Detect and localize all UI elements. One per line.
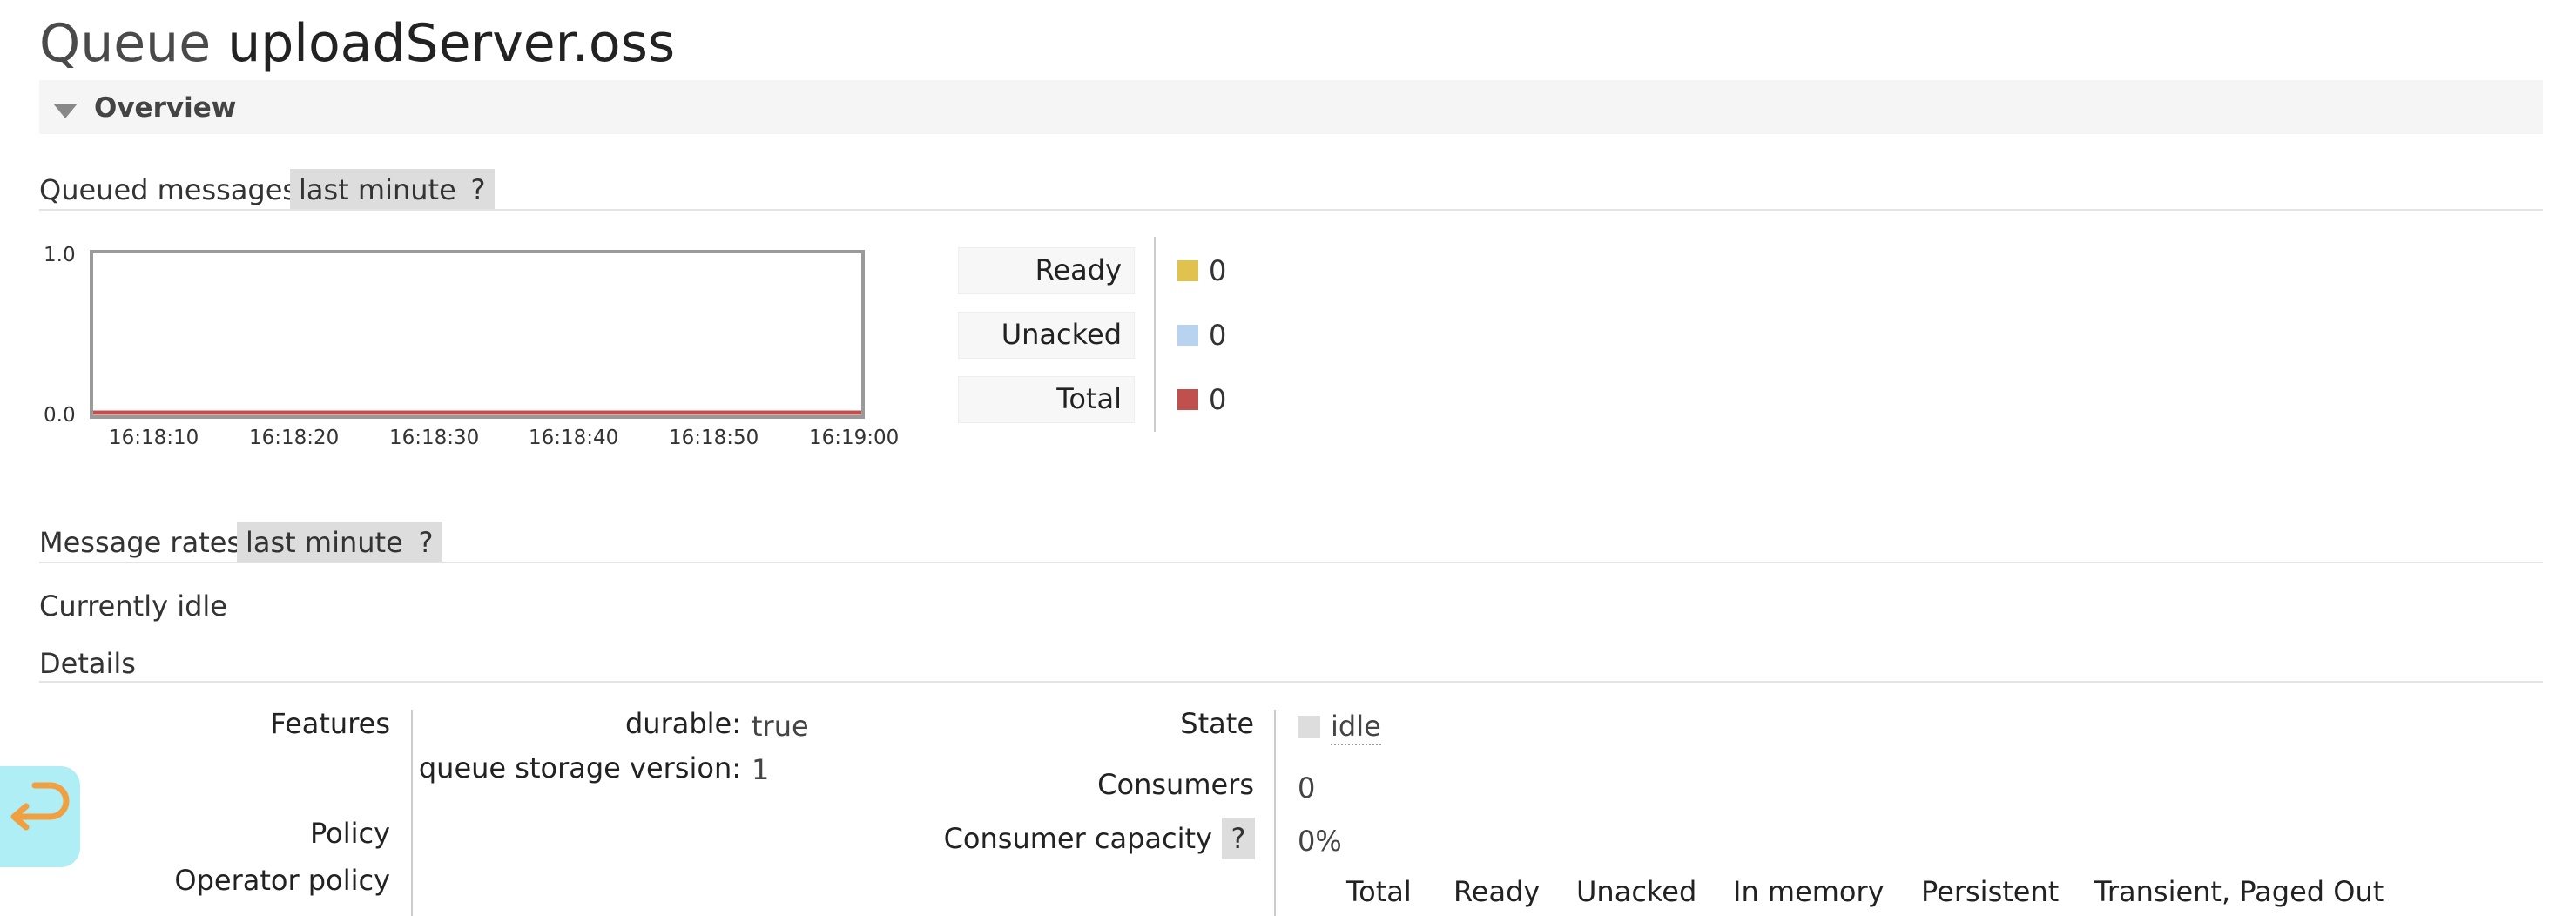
back-button[interactable] [0, 766, 80, 867]
storage-version-value: 1 [752, 753, 770, 786]
queue-name: uploadServer.oss [227, 13, 676, 74]
y-tick-min: 0.0 [44, 404, 76, 427]
column-header-total: Total [1346, 875, 1412, 908]
state-label: State [1180, 707, 1254, 740]
title-prefix: Queue [39, 13, 212, 74]
durable-value: true [752, 710, 809, 743]
x-tick-label: 16:18:10 [109, 427, 199, 449]
legend-unacked-value: 0 [1209, 319, 1227, 352]
details-rule [39, 681, 2543, 683]
column-header-unacked: Unacked [1576, 875, 1697, 908]
return-arrow-icon [10, 782, 70, 831]
overview-section-header[interactable] [39, 80, 2543, 134]
x-tick-label: 16:19:00 [809, 427, 900, 449]
x-tick-label: 16:18:50 [669, 427, 759, 449]
storage-version-label: queue storage version: [418, 751, 741, 785]
legend-separator [1154, 237, 1156, 432]
unacked-swatch-icon [1177, 325, 1198, 346]
queued-messages-label: Queued messages [39, 173, 298, 206]
queued-messages-rule [39, 209, 2543, 211]
message-rates-label: Message rates [39, 526, 242, 559]
legend-unacked-label: Unacked [958, 312, 1135, 359]
consumer-capacity-help[interactable]: ? [1222, 818, 1255, 859]
features-label: Features [270, 707, 390, 740]
consumer-capacity-label: Consumer capacity [943, 822, 1212, 855]
message-rates-rule [39, 562, 2543, 563]
y-tick-max: 1.0 [44, 244, 76, 266]
ready-swatch-icon [1177, 260, 1198, 281]
currently-idle-text: Currently idle [39, 589, 227, 623]
x-tick-label: 16:18:20 [249, 427, 340, 449]
policy-label: Policy [309, 817, 390, 850]
operator-policy-label: Operator policy [174, 864, 390, 897]
details-separator-right [1274, 710, 1276, 916]
details-separator-left [411, 710, 413, 916]
x-tick-label: 16:18:40 [529, 427, 619, 449]
state-value[interactable]: idle [1331, 709, 1381, 745]
collapse-triangle-icon[interactable] [53, 104, 78, 118]
column-header-persistent: Persistent [1921, 875, 2060, 908]
column-header-in-memory: In memory [1733, 875, 1885, 908]
message-rates-help[interactable]: ? [409, 522, 442, 563]
queued-messages-help[interactable]: ? [462, 169, 495, 211]
consumer-capacity-value: 0% [1298, 825, 1342, 858]
queued-messages-range[interactable]: last minute [290, 169, 465, 211]
queued-messages-chart [90, 250, 865, 419]
total-swatch-icon [1177, 389, 1198, 410]
legend-ready-value: 0 [1209, 254, 1227, 287]
message-rates-range[interactable]: last minute [237, 522, 412, 563]
column-header-transient: Transient, Paged Out [2094, 875, 2384, 908]
legend-total-value: 0 [1209, 383, 1227, 416]
page-title: Queue uploadServer.oss [39, 12, 675, 75]
column-header-ready: Ready [1453, 875, 1541, 908]
durable-label: durable: [624, 707, 741, 740]
x-tick-label: 16:18:30 [389, 427, 480, 449]
overview-label[interactable]: Overview [94, 91, 236, 125]
state-indicator-icon [1298, 716, 1320, 738]
legend-ready-label: Ready [958, 247, 1135, 294]
details-label: Details [39, 647, 136, 680]
consumers-value: 0 [1298, 771, 1316, 805]
legend-total-label: Total [958, 376, 1135, 423]
chart-plot-area [93, 410, 861, 415]
consumers-label: Consumers [1097, 768, 1254, 801]
